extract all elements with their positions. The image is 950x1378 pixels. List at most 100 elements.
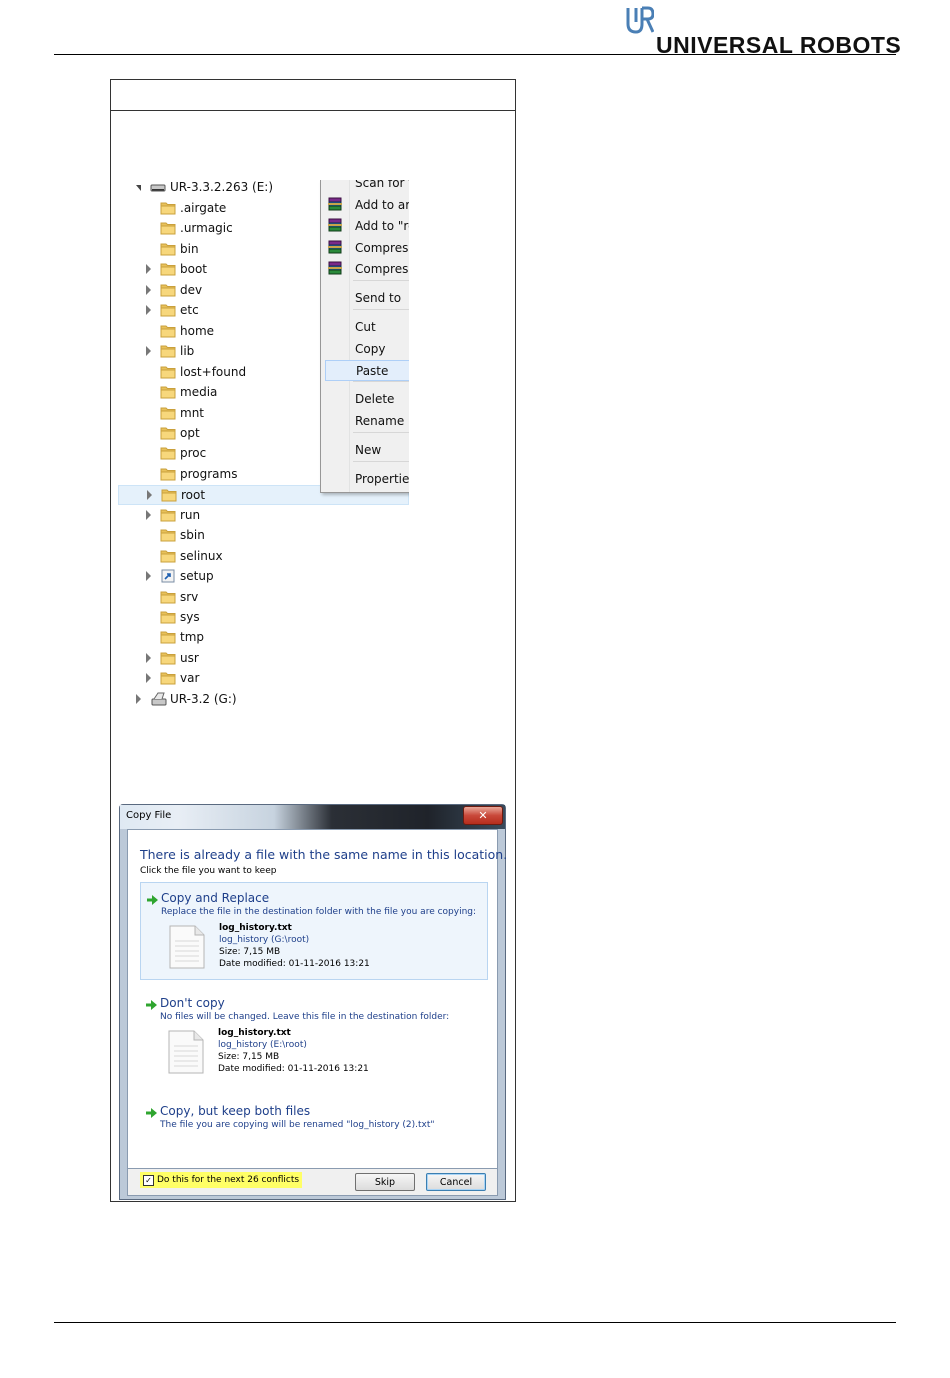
folder-icon (160, 201, 176, 215)
context-menu-item[interactable]: Copy (321, 339, 409, 360)
tree-item-label: srv (180, 590, 199, 604)
collapsed-arrow-icon[interactable] (146, 571, 151, 581)
context-menu-item[interactable]: Rename (321, 411, 409, 432)
tree-item-folder[interactable]: run (118, 506, 409, 526)
collapsed-arrow-icon[interactable] (146, 346, 151, 356)
tree-item-label: tmp (180, 630, 205, 644)
folder-icon (160, 385, 176, 399)
collapsed-arrow-icon[interactable] (147, 490, 152, 500)
winrar-icon (327, 261, 343, 280)
tree-item-label: home (180, 324, 215, 338)
context-menu-item[interactable]: Add to "ro (321, 216, 409, 237)
tree-item-label: programs (180, 467, 238, 481)
context-menu-item[interactable]: Compress (321, 259, 409, 280)
tree-item-folder[interactable]: usr (118, 649, 409, 669)
context-menu-label: Scan for vi (355, 180, 409, 190)
tree-item-folder[interactable]: var (118, 669, 409, 689)
cancel-button[interactable]: Cancel (426, 1173, 486, 1191)
copy-file-dialog: Copy File ✕ There is already a file with… (119, 804, 507, 1200)
context-menu-item[interactable]: Paste (325, 360, 409, 381)
context-menu-item[interactable]: Scan for vi (321, 180, 409, 194)
folder-icon (160, 630, 176, 644)
context-menu-label: Cut (355, 320, 376, 334)
collapsed-arrow-icon[interactable] (146, 510, 151, 520)
folder-icon (160, 446, 176, 460)
option-description: The file you are copying will be renamed… (160, 1120, 435, 1130)
menu-separator (353, 309, 409, 310)
tree-item-label: lib (180, 344, 195, 358)
tree-item-label: usr (180, 651, 199, 665)
dialog-footer: ✓ Do this for the next 26 conflicts Skip … (127, 1169, 498, 1196)
dialog-title: Copy File (126, 810, 172, 821)
tree-item-folder[interactable]: selinux (118, 547, 409, 567)
folder-icon (160, 426, 176, 440)
folder-icon (160, 508, 176, 522)
skip-button[interactable]: Skip (355, 1173, 415, 1191)
context-menu-item[interactable]: Delete (321, 389, 409, 410)
folder-icon (160, 590, 176, 604)
tree-item-label: boot (180, 262, 208, 276)
option-description: No files will be changed. Leave this fil… (160, 1012, 450, 1022)
collapsed-arrow-icon[interactable] (146, 653, 151, 663)
context-menu-item[interactable]: Cut (321, 317, 409, 338)
collapsed-arrow-icon[interactable] (146, 285, 151, 295)
option-title: Copy, but keep both files (160, 1104, 311, 1118)
keep-both-option[interactable]: Copy, but keep both files The file you a… (140, 1096, 488, 1138)
context-menu-item[interactable]: Properties (321, 469, 409, 490)
file-path: log_history (G:\root) (219, 935, 310, 945)
tree-item-folder[interactable]: srv (118, 588, 409, 608)
context-menu-label: Copy (355, 342, 386, 356)
collapsed-arrow-icon[interactable] (146, 305, 151, 315)
folder-icon (160, 221, 176, 235)
context-menu-label: Paste (356, 364, 389, 378)
folder-icon (160, 528, 176, 542)
conflicts-label: Do this for the next 26 conflicts (157, 1175, 300, 1185)
tree-item-folder[interactable]: sys (118, 608, 409, 628)
folder-icon (160, 242, 176, 256)
folder-icon (160, 610, 176, 624)
context-menu-item[interactable]: Add to arc (321, 195, 409, 216)
folder-icon (160, 671, 176, 685)
folder-icon (161, 488, 177, 502)
shortcut-folder-icon (160, 569, 176, 583)
menu-separator (353, 280, 409, 281)
context-menu-label: New (355, 443, 382, 457)
tree-drive-g[interactable]: UR-3.2 (G:) (118, 690, 409, 710)
context-menu-item[interactable]: Send to (321, 288, 409, 309)
conflicts-checkbox[interactable]: ✓ Do this for the next 26 conflicts (140, 1172, 303, 1188)
tree-item-folder[interactable]: sbin (118, 526, 409, 546)
menu-separator (353, 461, 409, 462)
tree-item-label: .airgate (180, 201, 227, 215)
folder-icon (160, 283, 176, 297)
winrar-icon (327, 197, 343, 216)
universal-robots-logo: UNIVERSAL ROBOTS (622, 6, 902, 58)
green-arrow-icon (147, 895, 158, 905)
file-name: log_history.txt (218, 1028, 291, 1038)
tree-item-label: dev (180, 283, 203, 297)
expanded-arrow-icon[interactable] (136, 185, 141, 191)
context-menu: Scan for vi Add to arc Add to "ro Compress C… (320, 180, 409, 493)
context-menu-label: Compress (355, 262, 409, 276)
context-menu-label: Compress (355, 241, 409, 255)
footer-rule (54, 1322, 896, 1323)
folder-icon (160, 467, 176, 481)
text-file-icon (168, 1030, 204, 1074)
option-title: Copy and Replace (161, 891, 270, 905)
dont-copy-option[interactable]: Don't copy No files will be changed. Lea… (140, 988, 488, 1086)
copy-and-replace-option[interactable]: Copy and Replace Replace the file in the… (140, 882, 488, 980)
collapsed-arrow-icon[interactable] (146, 264, 151, 274)
collapsed-arrow-icon[interactable] (136, 694, 141, 704)
header-rule (54, 54, 896, 55)
menu-separator (353, 432, 409, 433)
tree-item-label: proc (180, 446, 207, 460)
tree-item-label: selinux (180, 549, 223, 563)
tree-item-folder[interactable]: tmp (118, 628, 409, 648)
collapsed-arrow-icon[interactable] (146, 673, 151, 683)
close-button[interactable]: ✕ (463, 806, 503, 825)
explorer-tree-screenshot: UR-3.3.2.263 (E:) .airgate .urmagic bin boot… (118, 180, 409, 710)
context-menu-label: Properties (355, 472, 409, 486)
context-menu-item[interactable]: Compress (321, 238, 409, 259)
context-menu-item[interactable]: New (321, 440, 409, 461)
checkbox-check-icon[interactable]: ✓ (143, 1175, 154, 1186)
tree-item-folder[interactable]: setup (118, 567, 409, 587)
